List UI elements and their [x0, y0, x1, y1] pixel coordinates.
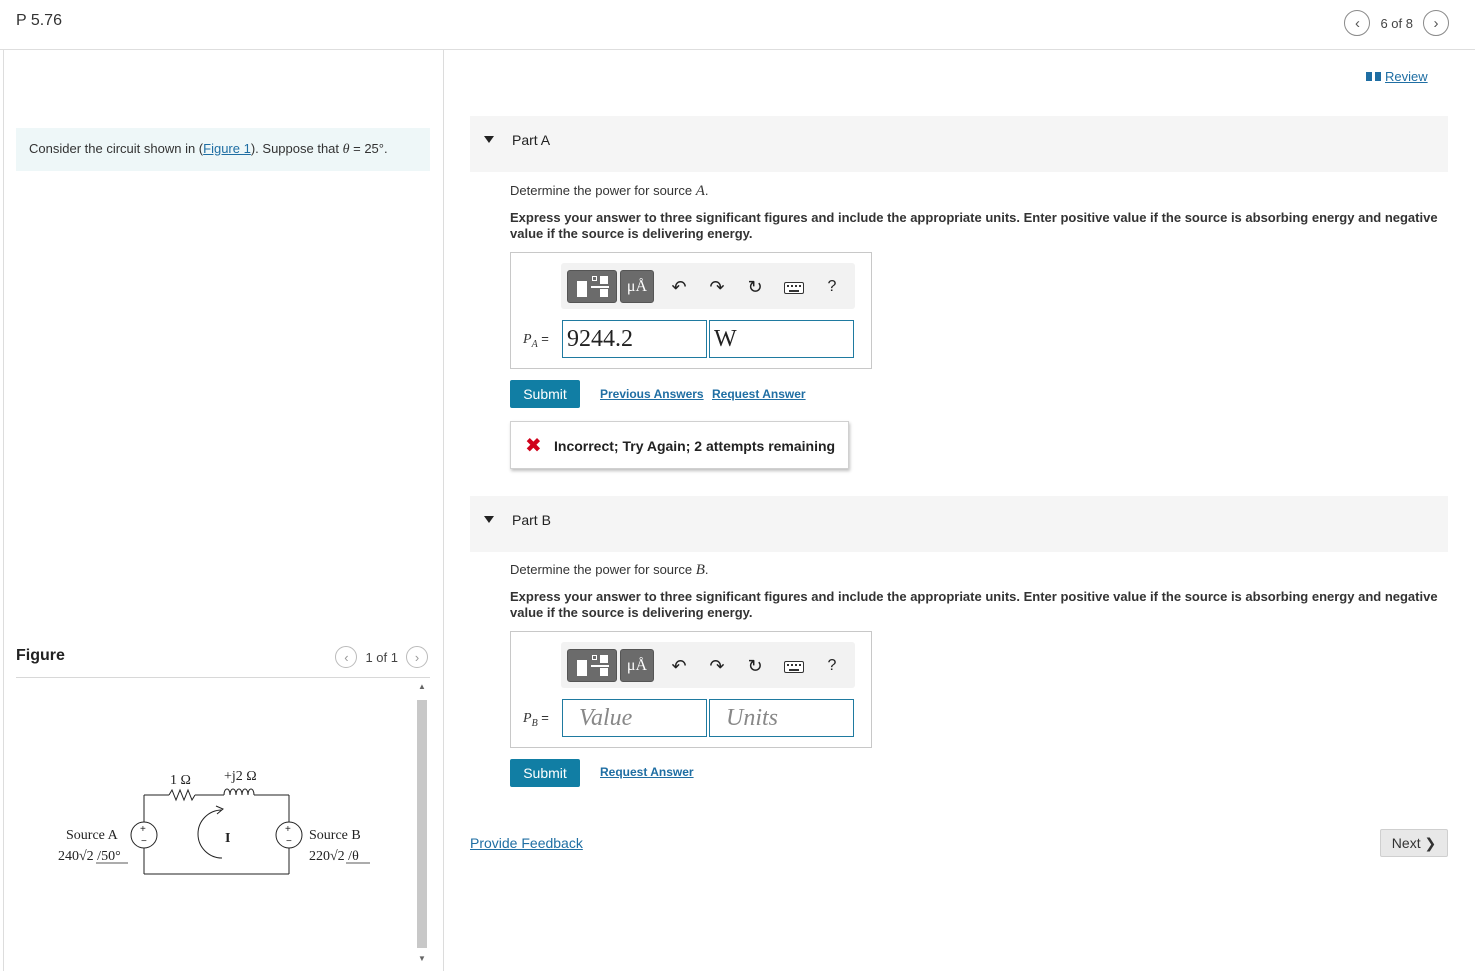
reset-icon[interactable]: ↻ [743, 654, 767, 678]
part-b-title: Part B [512, 512, 551, 528]
part-a-value-input[interactable]: 9244.2 [562, 320, 707, 358]
units-button[interactable]: μÅ [620, 270, 654, 303]
collapse-triangle-icon[interactable] [484, 136, 494, 143]
intro-text: Consider the circuit shown in ( [29, 141, 204, 156]
part-a-toolbar: μÅ ↶ ↷ ↻ ? [561, 263, 855, 309]
circuit-diagram: 1 Ω +j2 Ω I + − + − Source A 240√2 /50° … [58, 769, 370, 875]
chevron-right-icon: › [1433, 14, 1439, 32]
source-a-name: Source A [66, 828, 119, 843]
figure-header: Figure ‹ 1 of 1 › [16, 644, 430, 678]
book-icon [1366, 71, 1381, 82]
next-problem-button[interactable]: › [1423, 10, 1449, 36]
part-a-question-text: Determine the power for source [510, 183, 696, 198]
source-b-value: 220√2 /θ [309, 849, 359, 864]
feedback-box: ✖ Incorrect; Try Again; 2 attempts remai… [510, 421, 849, 469]
help-icon[interactable]: ? [820, 654, 844, 678]
part-a-submit-button[interactable]: Submit [510, 380, 580, 408]
intro-text-after: ). Suppose that [250, 141, 343, 156]
left-panel: Consider the circuit shown in (Figure 1)… [4, 50, 444, 971]
source-b-name: Source B [309, 828, 361, 843]
next-button[interactable]: Next ❯ [1380, 829, 1448, 857]
undo-icon[interactable]: ↶ [667, 654, 691, 678]
scroll-thumb[interactable] [417, 700, 427, 948]
part-a-answer-box: μÅ ↶ ↷ ↻ ? PA = 9244.2 W [510, 252, 872, 369]
part-b-request-answer-link[interactable]: Request Answer [600, 765, 694, 779]
templates-button[interactable] [567, 649, 617, 682]
keyboard-icon[interactable] [784, 661, 804, 673]
part-a-units-input[interactable]: W [709, 320, 854, 358]
undo-icon[interactable]: ↶ [667, 275, 691, 299]
scroll-up-icon[interactable]: ▲ [417, 682, 427, 691]
part-b-value-input[interactable]: Value [562, 699, 707, 737]
source-a-plus: + [140, 824, 146, 835]
part-a-header[interactable]: Part A [470, 116, 1448, 172]
figure-scrollbar[interactable]: ▲ ▼ [414, 682, 430, 967]
part-b-variable-label: PB = [523, 710, 549, 729]
theta-symbol: θ [342, 142, 350, 157]
part-b-units-input[interactable]: Units [709, 699, 854, 737]
part-a-title: Part A [512, 132, 551, 148]
part-b-question-text: Determine the power for source [510, 562, 696, 577]
intro-box: Consider the circuit shown in (Figure 1)… [16, 128, 430, 171]
review-link[interactable]: Review [1366, 69, 1428, 84]
part-b-answer-box: μÅ ↶ ↷ ↻ ? PB = Value Units [510, 631, 872, 748]
next-figure-button[interactable]: › [406, 646, 428, 668]
figure-title: Figure [16, 647, 65, 664]
part-b-toolbar: μÅ ↶ ↷ ↻ ? [561, 642, 855, 688]
templates-button[interactable] [567, 270, 617, 303]
redo-icon[interactable]: ↷ [705, 275, 729, 299]
chevron-right-icon: › [414, 649, 420, 665]
var-symbol: P [523, 711, 532, 726]
provide-feedback-link[interactable]: Provide Feedback [470, 835, 583, 851]
figure-pager: ‹ 1 of 1 › [335, 646, 428, 668]
var-equals: = [537, 331, 549, 346]
current-label: I [225, 831, 230, 846]
previous-answers-link[interactable]: Previous Answers [600, 387, 704, 401]
collapse-triangle-icon[interactable] [484, 516, 494, 523]
incorrect-x-icon: ✖ [525, 435, 542, 457]
header: P 5.76 ‹ 6 of 8 › [0, 0, 1475, 50]
part-b-question: Determine the power for source B. [510, 562, 709, 579]
part-a-instructions: Express your answer to three significant… [510, 210, 1438, 241]
prev-problem-button[interactable]: ‹ [1344, 10, 1371, 36]
problem-pager: ‹ 6 of 8 › [1344, 10, 1449, 36]
problem-title: P 5.76 [16, 12, 62, 29]
redo-icon[interactable]: ↷ [705, 654, 729, 678]
part-b-period: . [704, 562, 709, 577]
feedback-text: Incorrect; Try Again; 2 attempts remaini… [554, 438, 836, 454]
prev-figure-button[interactable]: ‹ [335, 646, 358, 668]
resistor-label: 1 Ω [170, 773, 191, 788]
units-button[interactable]: μÅ [620, 649, 654, 682]
source-a-minus: − [141, 836, 147, 847]
part-b-header[interactable]: Part B [470, 496, 1448, 552]
chevron-left-icon: ‹ [1354, 14, 1360, 32]
part-a-question: Determine the power for source A. [510, 183, 709, 200]
part-b-instructions: Express your answer to three significant… [510, 589, 1438, 620]
part-b-source: B [695, 562, 705, 578]
inductor-label: +j2 Ω [224, 769, 257, 784]
help-icon[interactable]: ? [820, 275, 844, 299]
part-a-source: A [695, 183, 705, 199]
figure-link[interactable]: Figure 1 [203, 141, 251, 156]
keyboard-icon[interactable] [784, 282, 804, 294]
var-symbol: P [523, 332, 532, 347]
part-b-submit-button[interactable]: Submit [510, 759, 580, 787]
part-a-variable-label: PA = [523, 331, 549, 350]
review-label: Review [1385, 69, 1428, 84]
scroll-down-icon[interactable]: ▼ [417, 954, 427, 963]
var-equals: = [537, 710, 549, 725]
part-a-period: . [704, 183, 709, 198]
source-b-plus: + [285, 824, 291, 835]
part-a-request-answer-link[interactable]: Request Answer [712, 387, 806, 401]
theta-value: = 25°. [349, 141, 388, 156]
pager-text: 6 of 8 [1380, 15, 1413, 31]
reset-icon[interactable]: ↻ [743, 275, 767, 299]
source-b-minus: − [286, 836, 292, 847]
chevron-left-icon: ‹ [344, 649, 349, 665]
source-a-value: 240√2 /50° [58, 849, 121, 864]
figure-pager-text: 1 of 1 [365, 649, 398, 665]
